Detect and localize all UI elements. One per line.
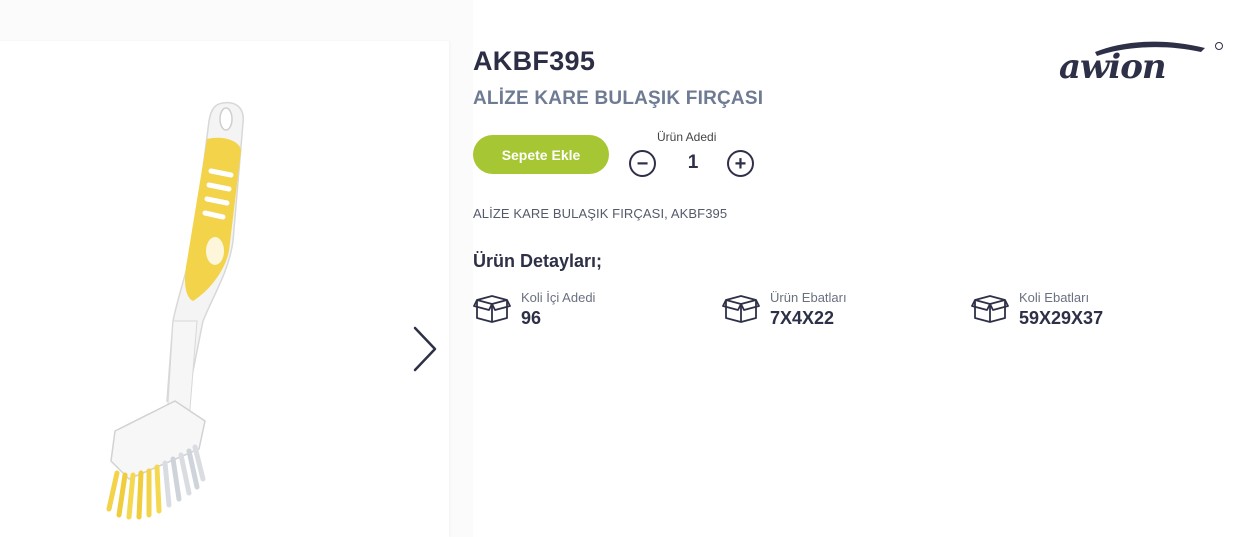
box-icon: [722, 295, 760, 323]
detail-label: Koli Ebatları: [1019, 290, 1090, 305]
add-to-cart-button[interactable]: Sepete Ekle: [473, 135, 609, 174]
product-name: ALİZE KARE BULAŞIK FIRÇASI: [473, 88, 764, 109]
plus-icon: +: [734, 152, 747, 175]
detail-label: Ürün Ebatları: [770, 290, 847, 305]
box-icon: [473, 295, 511, 323]
next-image-button[interactable]: [405, 321, 445, 377]
product-description: ALİZE KARE BULAŞIK FIRÇASI, AKBF395: [473, 206, 728, 221]
detail-label: Koli İçi Adedi: [521, 290, 596, 305]
brand-logo[interactable]: awion: [1055, 38, 1227, 82]
chevron-right-icon: [413, 326, 437, 372]
product-info: AKBF395 ALİZE KARE BULAŞIK FIRÇASI Sepet…: [473, 0, 1250, 537]
quantity-label: Ürün Adedi: [657, 130, 717, 144]
product-image-panel: [0, 41, 449, 537]
details-title: Ürün Detayları;: [473, 251, 603, 271]
product-sku: AKBF395: [473, 46, 596, 76]
detail-value: 7X4X22: [770, 308, 835, 328]
minus-icon: −: [636, 152, 649, 175]
quantity-value[interactable]: 1: [683, 152, 703, 174]
product-image: [106, 101, 244, 520]
detail-value: 96: [521, 308, 542, 328]
quantity-increase-button[interactable]: +: [727, 150, 754, 177]
box-icon: [971, 295, 1009, 323]
product-page: AKBF395 ALİZE KARE BULAŞIK FIRÇASI Sepet…: [0, 0, 1250, 537]
quantity-decrease-button[interactable]: −: [629, 150, 656, 177]
detail-value: 59X29X37: [1019, 308, 1104, 328]
brand-logo-text: awion: [1059, 47, 1166, 82]
